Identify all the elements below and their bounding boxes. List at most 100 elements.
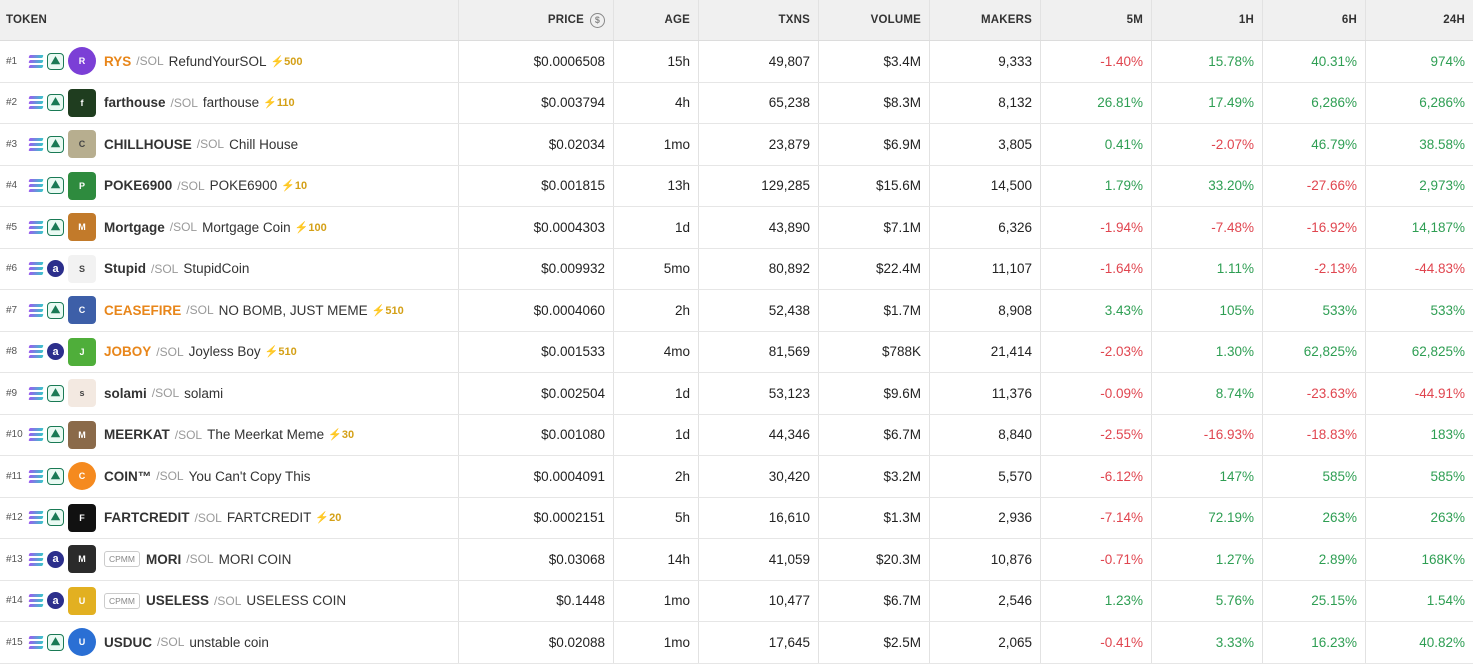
token-name: Chill House bbox=[229, 136, 299, 152]
change-6h-cell: 16.23% bbox=[1263, 622, 1366, 663]
table-row[interactable]: #5 ⛰ M Mortgage/SOL Mortgage Coin ⚡100 $0.0004… bbox=[0, 207, 1473, 249]
price-cell: $0.02088 bbox=[459, 622, 614, 663]
token-pair: /SOL bbox=[151, 386, 180, 401]
solana-chain-icon bbox=[28, 552, 44, 566]
table-row[interactable]: #14 a U CPMM USELESS/SOL USELESS COIN $0.1448 1… bbox=[0, 580, 1473, 622]
token-cell[interactable]: #6 a S Stupid/SOL StupidCoin bbox=[0, 248, 459, 289]
table-row[interactable]: #7 ⛰ C CEASEFIRE/SOL NO BOMB, JUST MEME ⚡510 $… bbox=[0, 290, 1473, 332]
token-cell[interactable]: #7 ⛰ C CEASEFIRE/SOL NO BOMB, JUST MEME ⚡510 bbox=[0, 290, 459, 331]
token-cell[interactable]: #4 ⛰ P POKE6900/SOL POKE6900 ⚡10 bbox=[0, 165, 459, 206]
table-row[interactable]: #3 ⛰ C CHILLHOUSE/SOL Chill House $0.02034 1mo… bbox=[0, 124, 1473, 166]
token-rank: #6 bbox=[6, 263, 18, 275]
dex-icon: a bbox=[47, 343, 64, 361]
table-row[interactable]: #10 ⛰ M MEERKAT/SOL The Meerkat Meme ⚡30 $0.00… bbox=[0, 414, 1473, 456]
table-row[interactable]: #8 a J JOBOY/SOL Joyless Boy ⚡510 $0.001533 4mo… bbox=[0, 331, 1473, 373]
table-row[interactable]: #6 a S Stupid/SOL StupidCoin $0.009932 5mo 80,8… bbox=[0, 248, 1473, 290]
token-symbol: CHILLHOUSE bbox=[104, 136, 192, 152]
token-rank: #14 bbox=[6, 595, 23, 607]
price-cell: $0.0004091 bbox=[459, 456, 614, 497]
makers-cell: 2,065 bbox=[930, 622, 1041, 663]
change-5m-cell: -7.14% bbox=[1041, 497, 1152, 538]
token-cell[interactable]: #8 a J JOBOY/SOL Joyless Boy ⚡510 bbox=[0, 331, 459, 372]
token-name: The Meerkat Meme bbox=[207, 427, 325, 443]
table-row[interactable]: #12 ⛰ F FARTCREDIT/SOL FARTCREDIT ⚡20 $0.00021… bbox=[0, 497, 1473, 539]
header-price[interactable]: PRICE $ bbox=[459, 0, 614, 40]
change-1h-cell: 33.20% bbox=[1152, 165, 1263, 206]
dex-icon: a bbox=[47, 550, 64, 568]
currency-toggle-icon[interactable]: $ bbox=[590, 12, 605, 28]
token-cell[interactable]: #9 ⛰ s solami/SOL solami bbox=[0, 373, 459, 414]
token-cell[interactable]: #5 ⛰ M Mortgage/SOL Mortgage Coin ⚡100 bbox=[0, 207, 459, 248]
token-rank: #5 bbox=[6, 221, 18, 233]
token-rank: #8 bbox=[6, 346, 18, 358]
txns-cell: 52,438 bbox=[699, 290, 819, 331]
solana-chain-icon bbox=[28, 594, 44, 608]
token-symbol: Mortgage bbox=[104, 219, 165, 235]
table-row[interactable]: #11 ⛰ C COIN™ /SOL You Can't Copy This $0.0004… bbox=[0, 456, 1473, 498]
header-1h[interactable]: 1H bbox=[1152, 0, 1263, 40]
header-5m[interactable]: 5M bbox=[1041, 0, 1152, 40]
change-24h-cell: 38.58% bbox=[1419, 136, 1465, 152]
table-row[interactable]: #1 ⛰ R RYS/SOL RefundYourSOL ⚡500 $0.0006508 15… bbox=[0, 41, 1473, 83]
token-cell[interactable]: #14 a U CPMM USELESS/SOL USELESS COIN bbox=[0, 580, 459, 621]
token-avatar: M bbox=[68, 420, 96, 449]
table-row[interactable]: #15 ⛰ U USDUC/SOL unstable coin $0.02088 1mo 17… bbox=[0, 622, 1473, 664]
makers-cell: 21,414 bbox=[930, 331, 1041, 372]
boost-badge: ⚡100 bbox=[294, 221, 327, 234]
dex-icon: ⛰ bbox=[47, 301, 64, 319]
token-cell[interactable]: #15 ⛰ U USDUC/SOL unstable coin bbox=[0, 622, 459, 663]
token-name: Mortgage Coin bbox=[202, 219, 291, 235]
table-row[interactable]: #2 ⛰ f farthouse/SOL farthouse ⚡110 $0.003794 4… bbox=[0, 82, 1473, 124]
change-1h-cell: 3.33% bbox=[1152, 622, 1263, 663]
token-avatar: F bbox=[68, 503, 96, 532]
header-txns[interactable]: TXNS bbox=[699, 0, 819, 40]
header-volume[interactable]: VOLUME bbox=[819, 0, 930, 40]
price-cell: $0.0006508 bbox=[459, 41, 614, 82]
boost-value: 500 bbox=[284, 55, 303, 68]
token-table: TOKEN PRICE $ AGE TXNS VOLUME MAKERS 5M 1… bbox=[0, 0, 1473, 668]
txns-cell: 41,059 bbox=[699, 539, 819, 580]
age-cell: 15h bbox=[614, 41, 699, 82]
header-token[interactable]: TOKEN bbox=[0, 0, 459, 40]
token-avatar: C bbox=[68, 462, 96, 491]
token-cell[interactable]: #12 ⛰ F FARTCREDIT/SOL FARTCREDIT ⚡20 bbox=[0, 497, 459, 538]
token-cell[interactable]: #11 ⛰ C COIN™ /SOL You Can't Copy This bbox=[0, 456, 459, 497]
token-cell[interactable]: #13 a M CPMM MORI/SOL MORI COIN bbox=[0, 539, 459, 580]
price-cell: $0.001080 bbox=[459, 414, 614, 455]
token-cell[interactable]: #1 ⛰ R RYS/SOL RefundYourSOL ⚡500 bbox=[0, 41, 459, 82]
age-cell: 2h bbox=[614, 456, 699, 497]
boost-badge: ⚡500 bbox=[270, 55, 303, 68]
token-symbol: MEERKAT bbox=[104, 427, 170, 443]
txns-cell: 53,123 bbox=[699, 373, 819, 414]
token-avatar: s bbox=[68, 379, 96, 408]
change-24h-cell: 974% bbox=[1430, 53, 1465, 69]
token-pair: /SOL bbox=[186, 552, 214, 567]
token-avatar: f bbox=[68, 88, 96, 117]
change-5m-cell: -0.71% bbox=[1041, 539, 1152, 580]
change-5m-cell: -2.03% bbox=[1041, 331, 1152, 372]
change-1h-cell: 15.78% bbox=[1152, 41, 1263, 82]
token-name: Joyless Boy bbox=[188, 344, 261, 360]
change-6h-cell: 25.15% bbox=[1263, 580, 1366, 621]
header-6h[interactable]: 6H bbox=[1263, 0, 1366, 40]
token-cell[interactable]: #2 ⛰ f farthouse/SOL farthouse ⚡110 bbox=[0, 82, 459, 123]
header-age[interactable]: AGE bbox=[614, 0, 699, 40]
token-name: RefundYourSOL bbox=[168, 53, 267, 69]
table-row[interactable]: #13 a M CPMM MORI/SOL MORI COIN $0.03068 14h 41,… bbox=[0, 539, 1473, 581]
change-1h-cell: -2.07% bbox=[1152, 124, 1263, 165]
change-5m-cell: 3.43% bbox=[1041, 290, 1152, 331]
table-row[interactable]: #9 ⛰ s solami/SOL solami $0.002504 1d 53,123 $9.… bbox=[0, 373, 1473, 415]
age-cell: 1d bbox=[614, 207, 699, 248]
header-makers[interactable]: MAKERS bbox=[930, 0, 1041, 40]
change-24h-cell: -44.91% bbox=[1414, 385, 1465, 401]
token-rank: #7 bbox=[6, 304, 18, 316]
dex-icon: ⛰ bbox=[47, 218, 64, 236]
table-row[interactable]: #4 ⛰ P POKE6900/SOL POKE6900 ⚡10 $0.001815 13h 1… bbox=[0, 165, 1473, 207]
header-24h[interactable]: 24H bbox=[1366, 0, 1473, 40]
boost-value: 100 bbox=[308, 221, 327, 234]
token-cell[interactable]: #3 ⛰ C CHILLHOUSE/SOL Chill House bbox=[0, 124, 459, 165]
token-pair: /SOL bbox=[174, 427, 203, 442]
token-cell[interactable]: #10 ⛰ M MEERKAT/SOL The Meerkat Meme ⚡30 bbox=[0, 414, 459, 455]
change-5m-cell: 0.41% bbox=[1041, 124, 1152, 165]
makers-cell: 2,546 bbox=[930, 580, 1041, 621]
